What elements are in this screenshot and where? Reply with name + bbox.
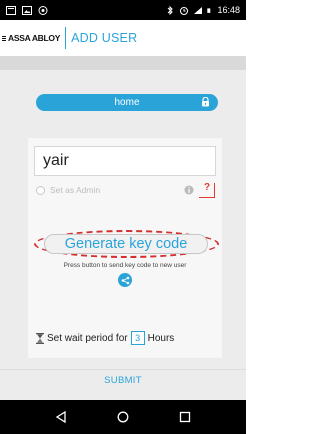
back-icon[interactable] xyxy=(55,411,67,423)
navigation-bar xyxy=(0,400,246,434)
divider xyxy=(0,369,246,370)
share-icon xyxy=(121,276,129,284)
generate-key-code-label: Generate key code xyxy=(64,236,188,252)
wait-period-row: Set wait period for 3 Hours xyxy=(36,330,174,346)
signal-icon xyxy=(194,6,203,14)
help-question-mark[interactable]: ? xyxy=(204,182,210,193)
info-icon[interactable] xyxy=(184,185,194,195)
logo-bars-icon xyxy=(2,35,6,41)
lock-icon xyxy=(202,97,209,107)
user-name-value: yair xyxy=(43,152,69,169)
admin-radio[interactable] xyxy=(36,185,45,195)
lock-selector[interactable]: home xyxy=(36,94,218,111)
header-shadow-band xyxy=(0,56,246,70)
page-title: ADD USER xyxy=(71,31,138,45)
logo-text: ASSA ABLOY xyxy=(8,33,61,43)
recents-icon[interactable] xyxy=(179,411,191,423)
help-highlight-line xyxy=(214,183,215,197)
photo-icon xyxy=(22,5,32,15)
status-time: 16:48 xyxy=(217,5,240,15)
admin-label: Set as Admin xyxy=(50,185,101,195)
brand-logo: ASSA ABLOY xyxy=(2,33,60,43)
battery-icon xyxy=(207,7,211,13)
lock-selector-value: home xyxy=(114,97,140,108)
content-area: home yair Set as Admin ? Generate key co… xyxy=(0,70,246,400)
app-header: ASSA ABLOY ADD USER xyxy=(0,20,246,56)
home-icon[interactable] xyxy=(117,411,129,423)
hourglass-icon xyxy=(36,332,44,344)
wait-hours-input[interactable]: 3 xyxy=(130,331,145,345)
generate-key-code-button[interactable]: Generate key code xyxy=(44,234,208,254)
user-name-input[interactable]: yair xyxy=(34,146,216,176)
alarm-icon xyxy=(180,6,189,15)
share-button[interactable] xyxy=(118,273,132,287)
notification-icon xyxy=(6,5,16,15)
wait-suffix: Hours xyxy=(147,332,175,344)
submit-button[interactable]: SUBMIT xyxy=(0,375,246,386)
app-icon xyxy=(38,5,48,15)
generate-hint: Press button to send key code to new use… xyxy=(63,262,187,269)
help-highlight-underline xyxy=(199,197,215,198)
bluetooth-icon xyxy=(168,5,174,15)
admin-row: Set as Admin ? xyxy=(36,182,216,198)
header-divider xyxy=(65,27,67,49)
status-bar: 16:48 xyxy=(0,0,246,20)
wait-prefix: Set wait period for xyxy=(47,332,128,344)
